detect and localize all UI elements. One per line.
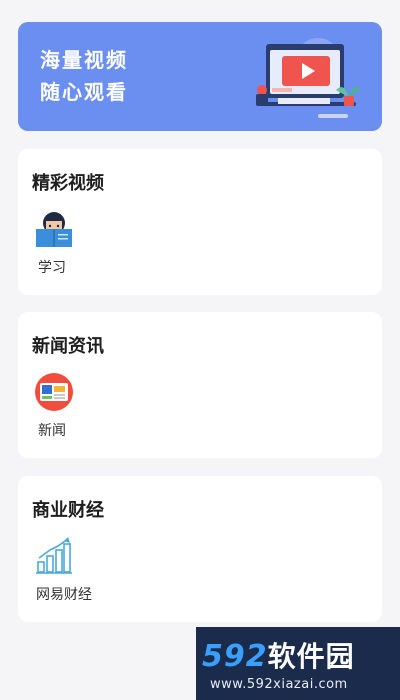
section-title: 商业财经 [32,500,104,521]
study-book-icon [36,212,72,247]
watermark-url: www.592xiazai.com [210,677,348,692]
section-featured-videos: 精彩视频 学习 [18,149,382,295]
video-player-illustration-icon [256,38,360,118]
watermark-logo-text: 软件园 [267,640,355,673]
banner-line-1: 海量视频 [40,48,128,72]
site-watermark: 592软件园 www.592xiazai.com [196,627,400,700]
section-news: 新闻资讯 新闻 [18,312,382,458]
finance-chart-icon [36,537,72,574]
news-icon [35,373,73,411]
watermark-logo: 592软件园 [202,635,355,675]
category-label: 新闻 [38,423,66,439]
section-title: 精彩视频 [32,173,104,194]
category-netease-finance[interactable]: 网易财经 [32,534,104,610]
banner-slogan: 海量视频 随心观看 [40,44,128,108]
promo-banner[interactable]: 海量视频 随心观看 [18,22,382,131]
category-label: 学习 [38,260,66,276]
category-news[interactable]: 新闻 [32,370,104,446]
category-label: 网易财经 [36,587,92,603]
section-title: 新闻资讯 [32,336,104,357]
banner-line-2: 随心观看 [40,80,128,104]
section-business-finance: 商业财经 网易财经 [18,476,382,622]
watermark-logo-number: 592 [202,639,268,674]
category-study[interactable]: 学习 [32,207,104,283]
